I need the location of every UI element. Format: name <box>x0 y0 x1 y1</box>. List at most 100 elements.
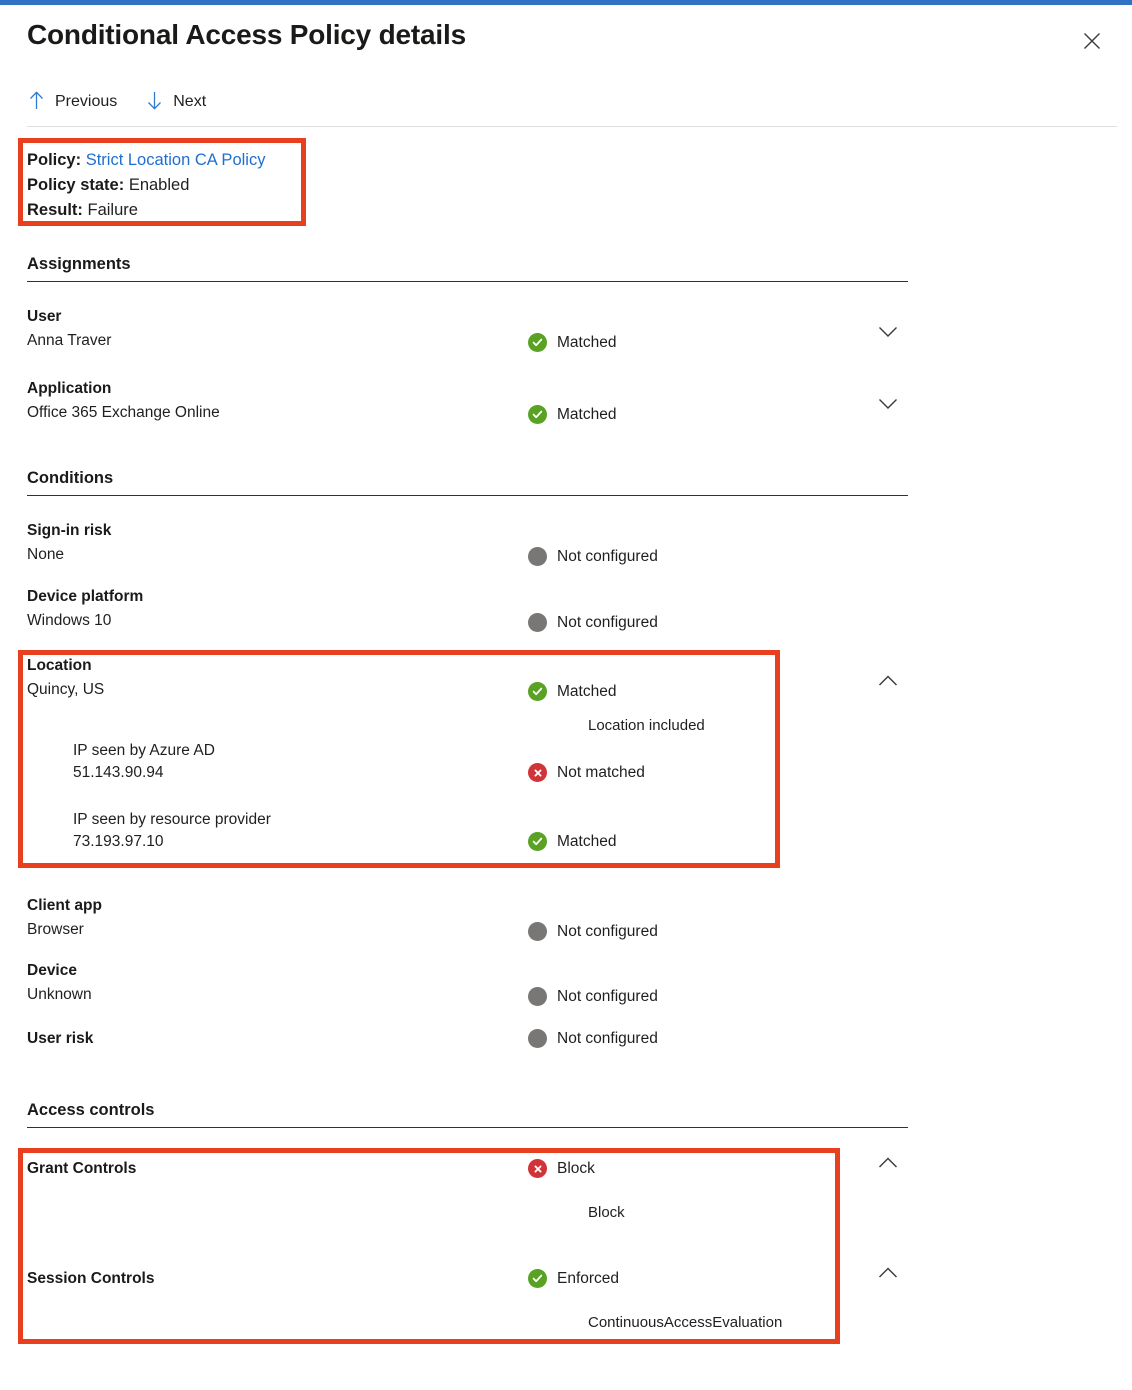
policy-name-row: Policy: Strict Location CA Policy <box>27 148 265 173</box>
policy-state-label: Policy state: <box>27 176 124 194</box>
section-heading-assignments: Assignments <box>27 255 908 282</box>
row-device-label: Device <box>27 962 77 980</box>
row-device-status-text: Not configured <box>557 989 658 1005</box>
grant-controls-status-text: Block <box>557 1161 595 1177</box>
policy-summary: Policy: Strict Location CA Policy Policy… <box>0 127 1132 237</box>
ip-resource-provider-label: IP seen by resource provider <box>73 811 271 829</box>
section-heading-conditions: Conditions <box>27 469 908 496</box>
policy-state-row: Policy state: Enabled <box>27 173 265 198</box>
row-location-value: Quincy, US <box>27 681 104 699</box>
neutral-circle-icon <box>528 1029 547 1048</box>
result-label: Result: <box>27 201 83 219</box>
row-device-platform-status: Not configured <box>528 613 658 632</box>
row-location: Location Quincy, US Matched Location inc… <box>27 657 908 875</box>
chevron-down-icon <box>878 326 898 341</box>
previous-button[interactable]: Previous <box>27 87 119 117</box>
session-controls-detail: ContinuousAccessEvaluation <box>588 1314 782 1331</box>
chevron-down-icon <box>878 398 898 413</box>
row-device-platform-value: Windows 10 <box>27 612 111 630</box>
row-device-platform: Device platform Windows 10 Not configure… <box>27 588 908 644</box>
command-bar: Previous Next <box>0 77 1132 127</box>
row-signin-risk: Sign-in risk None Not configured <box>27 522 908 578</box>
section-heading-access-controls: Access controls <box>27 1101 908 1128</box>
check-circle-icon <box>528 333 547 352</box>
row-location-status-text: Matched <box>557 684 616 700</box>
session-controls-status-text: Enforced <box>557 1271 619 1287</box>
row-application-expand-toggle[interactable] <box>872 389 904 421</box>
row-application-label: Application <box>27 380 111 398</box>
row-device: Device Unknown Not configured <box>27 962 908 1018</box>
policy-result-row: Result: Failure <box>27 198 265 223</box>
session-controls-collapse-toggle[interactable] <box>872 1258 904 1290</box>
policy-label: Policy: <box>27 151 81 169</box>
ip-azure-ad-value: 51.143.90.94 <box>73 764 164 782</box>
neutral-circle-icon <box>528 922 547 941</box>
grant-controls-status: Block <box>528 1159 595 1178</box>
chevron-up-icon <box>878 1267 898 1282</box>
ip-azure-ad-status: Not matched <box>528 763 645 782</box>
page-title: Conditional Access Policy details <box>27 19 466 51</box>
session-controls-status: Enforced <box>528 1269 619 1288</box>
check-circle-icon <box>528 832 547 851</box>
neutral-circle-icon <box>528 547 547 566</box>
row-application-status: Matched <box>528 405 616 424</box>
row-device-value: Unknown <box>27 986 92 1004</box>
row-user-expand-toggle[interactable] <box>872 317 904 349</box>
ip-resource-provider-status: Matched <box>528 832 616 851</box>
row-device-platform-label: Device platform <box>27 588 143 606</box>
row-application: Application Office 365 Exchange Online M… <box>27 380 908 436</box>
session-controls-label: Session Controls <box>27 1270 154 1288</box>
ip-azure-ad-status-text: Not matched <box>557 765 645 781</box>
row-application-value: Office 365 Exchange Online <box>27 404 220 422</box>
row-location-status: Matched <box>528 682 616 701</box>
panel-header: Conditional Access Policy details <box>0 5 1132 77</box>
row-client-app-status-text: Not configured <box>557 924 658 940</box>
arrow-down-icon <box>147 91 162 113</box>
policy-name-link[interactable]: Strict Location CA Policy <box>86 151 266 169</box>
row-signin-risk-label: Sign-in risk <box>27 522 111 540</box>
ip-azure-ad-label: IP seen by Azure AD <box>73 742 215 760</box>
row-user-risk-label: User risk <box>27 1030 93 1048</box>
row-device-platform-status-text: Not configured <box>557 615 658 631</box>
chevron-up-icon <box>878 1157 898 1172</box>
grant-controls-collapse-toggle[interactable] <box>872 1148 904 1180</box>
row-device-status: Not configured <box>528 987 658 1006</box>
row-user-value: Anna Traver <box>27 332 111 350</box>
row-signin-risk-status-text: Not configured <box>557 549 658 565</box>
access-controls-group: Grant Controls Block Block Session Contr… <box>27 1156 908 1352</box>
next-label: Next <box>173 94 206 110</box>
neutral-circle-icon <box>528 613 547 632</box>
location-included-text: Location included <box>588 717 705 734</box>
row-application-status-text: Matched <box>557 407 616 423</box>
ip-resource-provider-status-text: Matched <box>557 834 616 850</box>
row-client-app-status: Not configured <box>528 922 658 941</box>
check-circle-icon <box>528 405 547 424</box>
close-button[interactable] <box>1076 25 1108 57</box>
check-circle-icon <box>528 682 547 701</box>
policy-state-value: Enabled <box>129 176 190 194</box>
previous-label: Previous <box>55 94 117 110</box>
row-signin-risk-value: None <box>27 546 64 564</box>
row-user-status: Matched <box>528 333 616 352</box>
policy-details-panel: Conditional Access Policy details Previo… <box>0 5 1132 1352</box>
grant-controls-detail: Block <box>588 1204 625 1221</box>
result-value: Failure <box>88 201 138 219</box>
row-client-app: Client app Browser Not configured <box>27 897 908 953</box>
row-user-risk-status-text: Not configured <box>557 1031 658 1047</box>
row-client-app-label: Client app <box>27 897 102 915</box>
row-signin-risk-status: Not configured <box>528 547 658 566</box>
ip-resource-provider-value: 73.193.97.10 <box>73 833 164 851</box>
grant-controls-label: Grant Controls <box>27 1160 136 1178</box>
row-user-risk-status: Not configured <box>528 1029 658 1048</box>
check-circle-icon <box>528 1269 547 1288</box>
chevron-up-icon <box>878 675 898 690</box>
row-user-risk: User risk Not configured <box>27 1027 908 1071</box>
row-client-app-value: Browser <box>27 921 84 939</box>
neutral-circle-icon <box>528 987 547 1006</box>
row-location-collapse-toggle[interactable] <box>872 666 904 698</box>
row-user: User Anna Traver Matched <box>27 308 908 364</box>
close-icon <box>1083 32 1101 50</box>
next-button[interactable]: Next <box>145 87 208 117</box>
row-location-label: Location <box>27 657 92 675</box>
error-circle-icon <box>528 763 547 782</box>
